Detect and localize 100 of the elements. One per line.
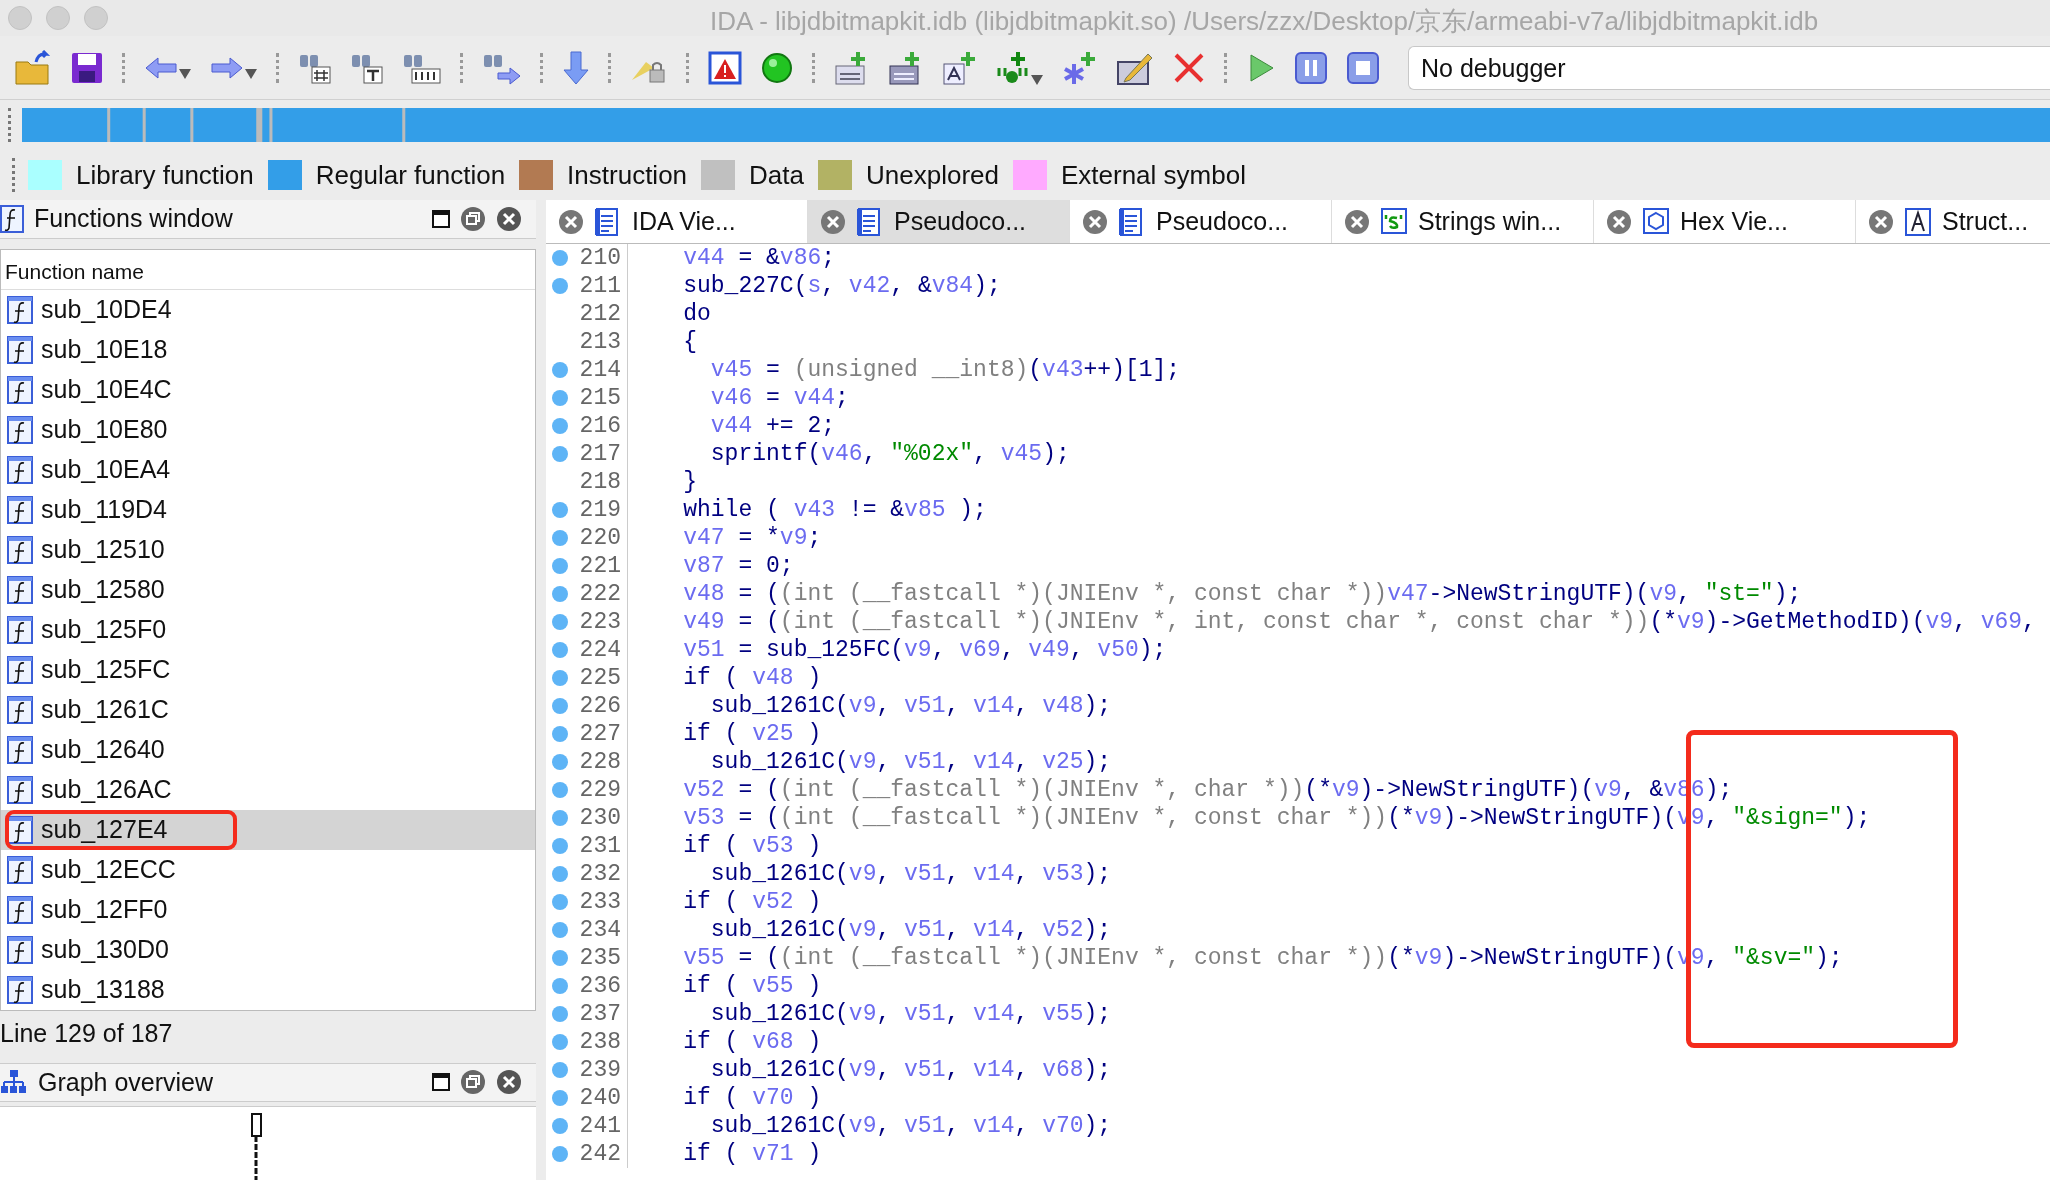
plus-quote-icon[interactable] (996, 49, 1030, 86)
breakpoint-dot[interactable] (552, 950, 568, 966)
line-number: 215 (579, 383, 622, 413)
line-number: 230 (579, 803, 622, 833)
function-item[interactable]: sub_1261C (1, 689, 535, 730)
function-item[interactable]: sub_119D4 (1, 489, 535, 530)
warning-window-icon[interactable] (708, 50, 742, 85)
breakpoint-dot[interactable] (552, 670, 568, 686)
breakpoint-dot[interactable] (552, 810, 568, 826)
function-item[interactable]: sub_10E80 (1, 409, 535, 450)
breakpoint-dot[interactable] (552, 894, 568, 910)
tab[interactable]: IDA Vie... (546, 200, 808, 243)
breakpoint-dot[interactable] (552, 250, 568, 266)
maximize-button[interactable] (432, 209, 450, 228)
breakpoint-dot[interactable] (552, 642, 568, 658)
breakpoint-dot[interactable] (552, 782, 568, 798)
close-tab-icon[interactable] (1082, 208, 1108, 235)
breakpoint-dot[interactable] (552, 1146, 568, 1162)
breakpoint-dot[interactable] (552, 698, 568, 714)
plus-document-icon[interactable] (942, 49, 978, 86)
function-item[interactable]: sub_126AC (1, 769, 535, 810)
close-button[interactable] (496, 1069, 522, 1096)
tab[interactable]: Hex Vie... (1594, 200, 1856, 243)
breakpoint-dot[interactable] (552, 1090, 568, 1106)
restore-button[interactable] (460, 205, 486, 232)
function-icon (7, 575, 33, 604)
folder-icon[interactable] (14, 49, 52, 86)
breakpoint-dot[interactable] (552, 362, 568, 378)
tab[interactable]: Struct... (1856, 200, 2050, 243)
restore-button[interactable] (460, 1069, 486, 1096)
close-tab-icon[interactable] (558, 208, 584, 235)
function-item[interactable]: sub_12ECC (1, 849, 535, 890)
function-item[interactable]: sub_12580 (1, 569, 535, 610)
stop-icon[interactable] (1346, 50, 1380, 85)
function-item[interactable]: sub_12640 (1, 729, 535, 770)
close-tab-icon[interactable] (820, 208, 846, 235)
breakpoint-dot[interactable] (552, 838, 568, 854)
code-line: v45 = (unsigned __int8)(v43++)[1]; (709, 355, 1181, 385)
close-button[interactable] (496, 205, 522, 232)
breakpoint-dot[interactable] (552, 418, 568, 434)
tab[interactable]: Pseudoco... (1070, 200, 1332, 243)
function-icon (7, 855, 33, 884)
line-number: 232 (579, 859, 622, 889)
legend-label: Data (749, 158, 804, 192)
close-tab-icon[interactable] (1868, 208, 1894, 235)
function-icon (7, 975, 33, 1004)
breakpoint-dot[interactable] (552, 1118, 568, 1134)
function-item[interactable]: sub_125FC (1, 649, 535, 690)
asterisk-plus-icon[interactable] (1062, 49, 1098, 86)
function-item[interactable]: sub_10E18 (1, 329, 535, 370)
close-tab-icon[interactable] (1606, 208, 1632, 235)
function-item[interactable]: sub_13188 (1, 969, 535, 1010)
debugger-dropdown[interactable]: No debugger (1408, 45, 2050, 90)
code-line: if ( v70 ) (682, 1083, 822, 1113)
breakpoint-dot[interactable] (552, 754, 568, 770)
breakpoint-dot[interactable] (552, 446, 568, 462)
breakpoint-dot[interactable] (552, 502, 568, 518)
function-item[interactable]: sub_130D0 (1, 929, 535, 970)
function-item[interactable]: sub_12FF0 (1, 889, 535, 930)
line-number: 234 (579, 915, 622, 945)
close-tab-icon[interactable] (1344, 208, 1370, 235)
breakpoint-dot[interactable] (552, 558, 568, 574)
line-number: 225 (579, 663, 622, 693)
breakpoint-dot[interactable] (552, 978, 568, 994)
function-icon (7, 495, 33, 524)
breakpoint-dot[interactable] (552, 278, 568, 294)
breakpoint-dot[interactable] (552, 390, 568, 406)
breakpoint-dot[interactable] (552, 530, 568, 546)
function-item[interactable]: sub_125F0 (1, 609, 535, 650)
hierarchy-icon (0, 1069, 28, 1096)
caret-icon[interactable] (178, 67, 192, 80)
tab[interactable]: Pseudoco... (808, 200, 1070, 243)
breakpoint-dot[interactable] (552, 614, 568, 630)
tab[interactable]: Strings win... (1332, 200, 1594, 243)
breakpoint-dot[interactable] (552, 1034, 568, 1050)
function-item[interactable]: sub_12510 (1, 529, 535, 570)
breakpoint-dot[interactable] (552, 866, 568, 882)
code-line: while ( v43 != &v85 ); (682, 495, 987, 525)
code-line: do (682, 299, 711, 329)
function-icon (7, 815, 33, 844)
pause-icon[interactable] (1294, 50, 1328, 85)
breakpoint-dot[interactable] (552, 586, 568, 602)
function-item[interactable]: sub_10EA4 (1, 449, 535, 490)
function-icon (7, 415, 33, 444)
function-item[interactable]: sub_10E4C (1, 369, 535, 410)
down-arrow-icon[interactable] (562, 49, 590, 86)
function-item[interactable]: sub_10DE4 (1, 289, 535, 330)
back-arrow-icon[interactable] (144, 55, 178, 80)
maximize-button[interactable] (432, 1073, 450, 1092)
caret-icon[interactable] (244, 67, 258, 80)
function-item[interactable]: sub_127E4 (1, 809, 535, 850)
circle-icon[interactable] (760, 50, 794, 85)
forward-arrow-icon[interactable] (210, 55, 244, 80)
column-header[interactable]: Function name (1, 249, 535, 290)
breakpoint-dot[interactable] (552, 1006, 568, 1022)
breakpoint-dot[interactable] (552, 726, 568, 742)
breakpoint-dot[interactable] (552, 1062, 568, 1078)
code-line: if ( v25 ) (682, 719, 822, 749)
caret-icon[interactable] (1030, 73, 1044, 86)
breakpoint-dot[interactable] (552, 922, 568, 938)
